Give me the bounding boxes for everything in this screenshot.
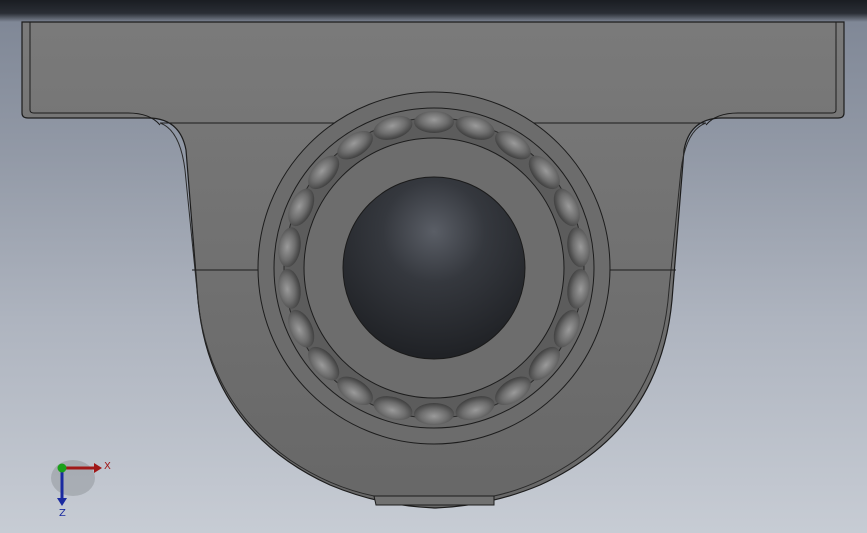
x-axis-label: X: [104, 461, 111, 472]
bearing-ball: [414, 403, 454, 425]
bearing-bore[interactable]: [342, 176, 526, 360]
y-axis-dot: [57, 463, 67, 473]
x-axis-arrow: [94, 463, 102, 473]
bottom-flat: [373, 495, 495, 506]
orientation-triad: X Z: [51, 460, 111, 519]
z-axis-label: Z: [59, 508, 66, 519]
triad-shadow: [51, 460, 95, 496]
graphics-viewport[interactable]: X Z: [0, 0, 867, 533]
pillow-block-bearing-model[interactable]: [0, 0, 867, 533]
z-axis-arrow: [57, 498, 67, 506]
bearing-ball: [414, 111, 454, 133]
